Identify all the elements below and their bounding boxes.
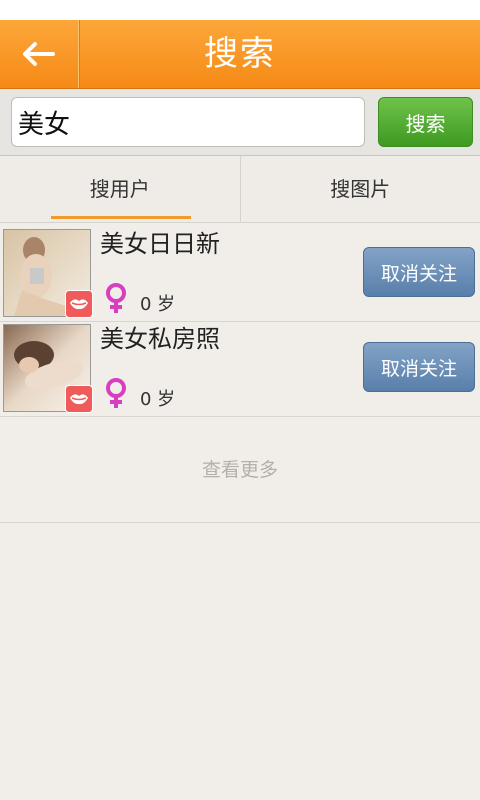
page-title: 搜索 xyxy=(204,34,276,74)
search-bar: 搜索 xyxy=(0,89,480,156)
user-age: 0 岁 xyxy=(140,389,176,410)
tab-label: 搜用户 xyxy=(89,177,150,201)
user-name[interactable]: 美女私房照 xyxy=(100,324,220,354)
result-list: 美女日日新 0 岁 取消关注 美女私房照 0 岁 取消关注 xyxy=(0,227,480,417)
app: 搜索 搜索 搜用户 搜图片 xyxy=(0,0,480,800)
list-item[interactable]: 美女私房照 0 岁 取消关注 xyxy=(0,322,480,417)
lips-badge-icon xyxy=(65,385,93,413)
user-age: 0 岁 xyxy=(140,294,176,315)
view-more-button[interactable]: 查看更多 xyxy=(0,418,480,523)
unfollow-button[interactable]: 取消关注 xyxy=(363,247,475,297)
tab-search-users[interactable]: 搜用户 xyxy=(0,156,240,222)
search-button[interactable]: 搜索 xyxy=(378,97,473,147)
search-input[interactable] xyxy=(11,97,365,147)
tab-bar: 搜用户 搜图片 xyxy=(0,156,480,223)
female-icon xyxy=(104,283,128,319)
tab-search-images[interactable]: 搜图片 xyxy=(239,156,480,222)
unfollow-button[interactable]: 取消关注 xyxy=(363,342,475,392)
header-bar: 搜索 xyxy=(0,20,480,89)
female-icon xyxy=(104,378,128,414)
lips-badge-icon xyxy=(65,290,93,318)
user-name[interactable]: 美女日日新 xyxy=(100,229,220,259)
tab-label: 搜图片 xyxy=(330,177,391,201)
list-item[interactable]: 美女日日新 0 岁 取消关注 xyxy=(0,227,480,322)
tab-selected-indicator xyxy=(51,216,191,219)
